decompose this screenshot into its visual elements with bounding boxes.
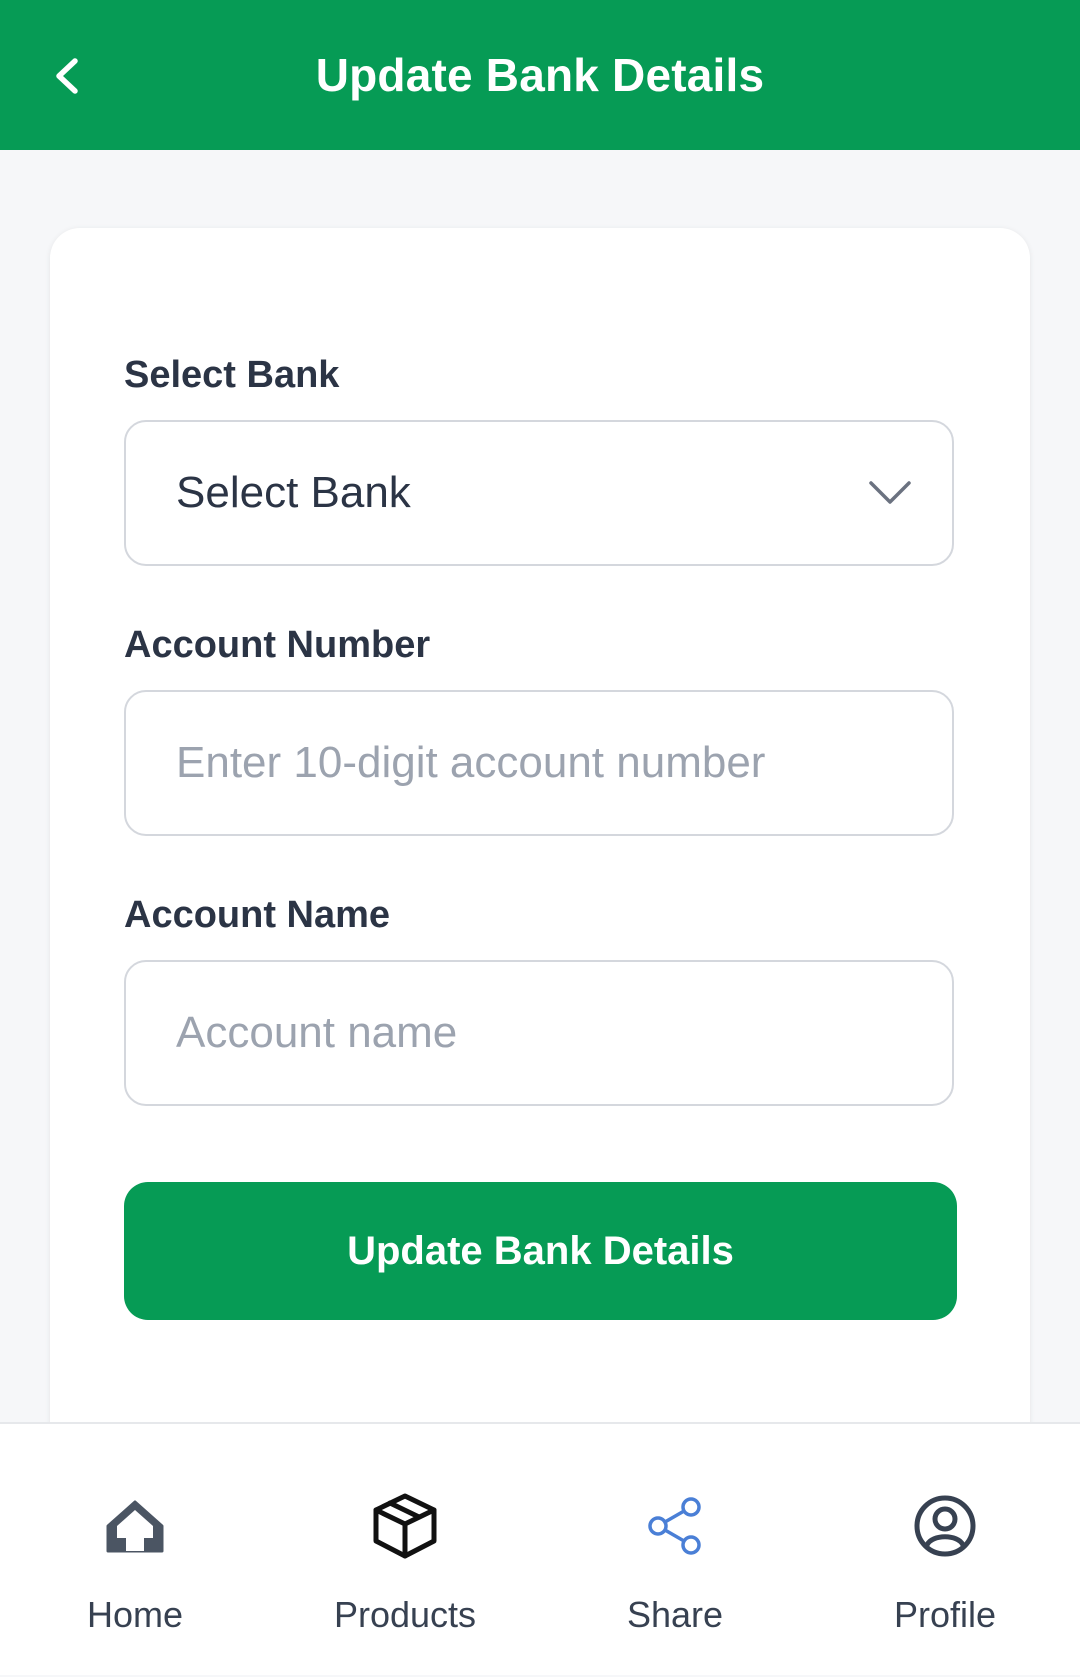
box-icon bbox=[373, 1493, 437, 1559]
page-title: Update Bank Details bbox=[315, 49, 765, 101]
nav-label-products: Products bbox=[333, 1594, 477, 1635]
home-icon bbox=[106, 1500, 164, 1553]
share-icon bbox=[648, 1497, 701, 1555]
chevron-down-icon bbox=[869, 481, 911, 504]
nav-item-share[interactable]: Share bbox=[540, 1424, 810, 1677]
nav-item-products[interactable]: Products bbox=[270, 1424, 540, 1677]
nav-label-profile: Profile bbox=[893, 1594, 997, 1635]
account-name-label: Account Name bbox=[124, 894, 391, 936]
nav-label-share: Share bbox=[626, 1594, 724, 1635]
account-number-placeholder: Enter 10-digit account number bbox=[176, 738, 766, 787]
app-bar: Update Bank Details bbox=[0, 0, 1080, 150]
nav-item-profile[interactable]: Profile bbox=[810, 1424, 1080, 1677]
bank-details-form: Select Bank Select Bank Account Number E… bbox=[50, 228, 1030, 1528]
chevron-left-icon bbox=[56, 58, 78, 94]
bank-select-value: Select Bank bbox=[176, 468, 411, 517]
user-circle-icon bbox=[914, 1495, 976, 1557]
account-name-input[interactable]: Account name bbox=[124, 960, 954, 1106]
bottom-navigation: Home Products Share Profile bbox=[0, 1422, 1080, 1675]
bank-select[interactable]: Select Bank bbox=[124, 420, 954, 566]
nav-item-home[interactable]: Home bbox=[0, 1424, 270, 1677]
back-button[interactable] bbox=[36, 44, 100, 108]
account-name-placeholder: Account name bbox=[176, 1008, 458, 1057]
account-number-label: Account Number bbox=[124, 624, 431, 666]
account-number-input[interactable]: Enter 10-digit account number bbox=[124, 690, 954, 836]
select-bank-label: Select Bank bbox=[124, 354, 340, 396]
update-bank-details-button[interactable]: Update Bank Details bbox=[124, 1182, 957, 1320]
nav-label-home: Home bbox=[86, 1594, 184, 1635]
